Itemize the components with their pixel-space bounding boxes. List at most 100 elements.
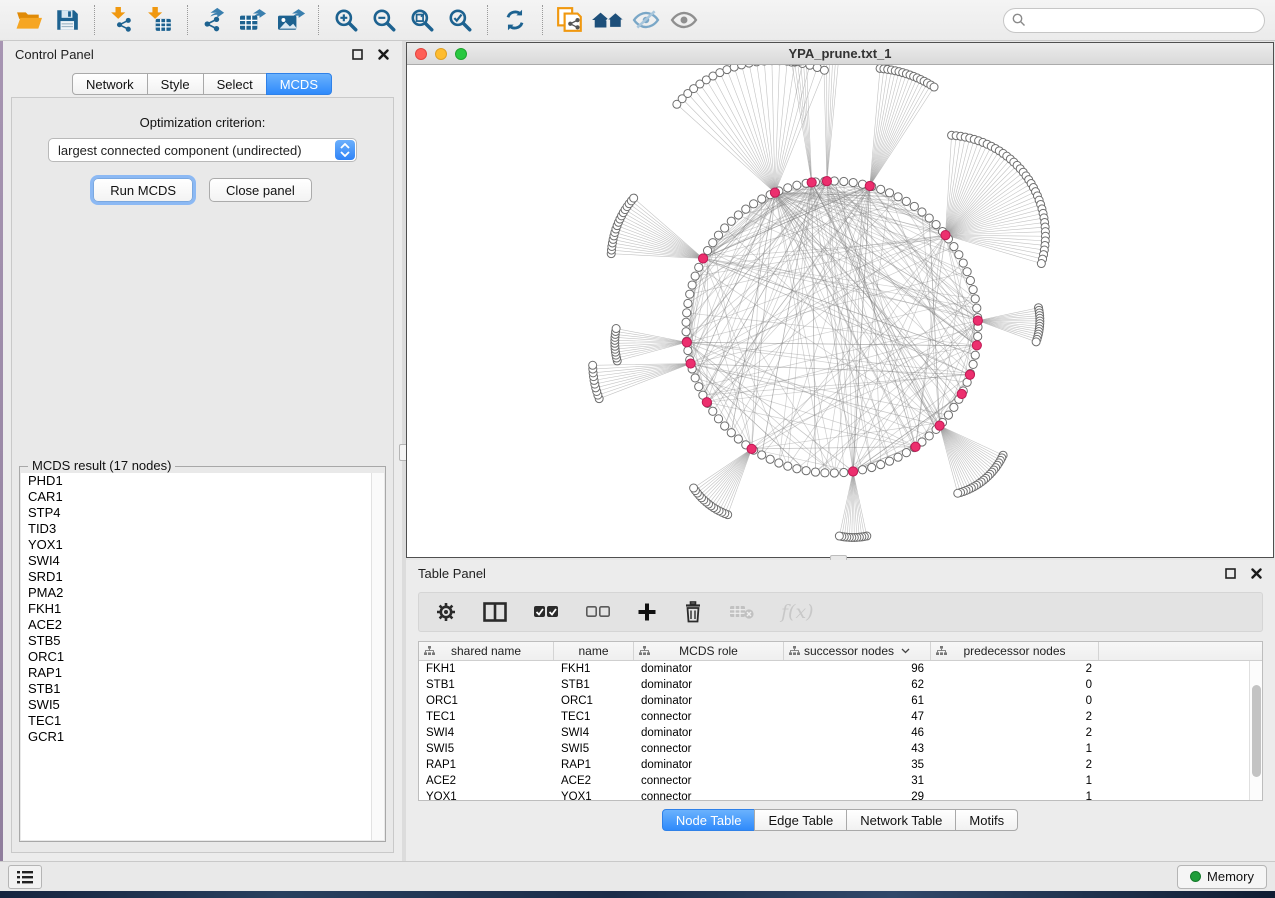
mcds-result-list[interactable]: PHD1CAR1STP4TID3YOX1SWI4SRD1PMA2FKH1ACE2… <box>21 473 384 840</box>
cell: 2 <box>931 759 1099 771</box>
close-panel-icon[interactable] <box>377 48 390 61</box>
cell: 61 <box>784 695 931 707</box>
status-bar: Memory <box>0 861 1275 891</box>
float-panel-icon[interactable] <box>351 48 364 61</box>
tab-edge-table[interactable]: Edge Table <box>754 809 847 831</box>
cell: SWI5 <box>554 743 634 755</box>
column-header-predecessor-nodes[interactable]: predecessor nodes <box>931 642 1099 660</box>
close-table-panel-icon[interactable] <box>1250 567 1263 580</box>
mcds-result-item[interactable]: PHD1 <box>21 473 384 489</box>
mcds-result-item[interactable]: YOX1 <box>21 537 384 553</box>
table-toolbar: f(x) <box>418 592 1263 632</box>
import-table-icon[interactable] <box>143 5 177 35</box>
table-row[interactable]: TEC1TEC1connector472 <box>419 709 1262 725</box>
table-row[interactable]: RAP1RAP1dominator352 <box>419 757 1262 773</box>
search-box[interactable] <box>1003 8 1265 33</box>
table-row[interactable]: ORC1ORC1dominator610 <box>419 693 1262 709</box>
float-table-panel-icon[interactable] <box>1224 567 1237 580</box>
network-canvas[interactable] <box>407 65 1273 556</box>
tab-style[interactable]: Style <box>147 73 204 95</box>
network-graph[interactable] <box>407 65 1273 556</box>
close-panel-button[interactable]: Close panel <box>209 178 312 202</box>
split-columns-icon[interactable] <box>483 599 507 625</box>
delete-column-icon[interactable] <box>683 599 703 625</box>
mcds-result-item[interactable]: SWI4 <box>21 553 384 569</box>
zoom-in-icon[interactable] <box>329 5 363 35</box>
table-scrollbar-thumb[interactable] <box>1252 685 1261 777</box>
cell: YOX1 <box>419 791 554 801</box>
column-header-successor-nodes[interactable]: successor nodes <box>784 642 931 660</box>
table-panel: Table Panel f(x) shared namenameMCDS rol… <box>406 560 1275 861</box>
mcds-result-item[interactable]: CAR1 <box>21 489 384 505</box>
mcds-result-item[interactable]: GCR1 <box>21 729 384 745</box>
cell: ACE2 <box>419 775 554 787</box>
task-history-button[interactable] <box>8 865 42 889</box>
export-table-icon[interactable] <box>236 5 270 35</box>
cell: dominator <box>634 727 784 739</box>
cell: 1 <box>931 791 1099 801</box>
homes-icon[interactable] <box>591 5 625 35</box>
save-session-icon[interactable] <box>50 5 84 35</box>
export-network-icon[interactable] <box>198 5 232 35</box>
tab-network[interactable]: Network <box>72 73 148 95</box>
mcds-result-item[interactable]: PMA2 <box>21 585 384 601</box>
cell: 62 <box>784 679 931 691</box>
search-input[interactable] <box>1031 13 1256 28</box>
hide-eye-icon[interactable] <box>629 5 663 35</box>
mcds-result-item[interactable]: ORC1 <box>21 649 384 665</box>
duplicate-network-icon[interactable] <box>553 5 587 35</box>
cell: SWI4 <box>419 727 554 739</box>
cell: 96 <box>784 663 931 675</box>
gear-icon[interactable] <box>435 599 457 625</box>
zoom-out-icon[interactable] <box>367 5 401 35</box>
mcds-result-item[interactable]: STB1 <box>21 681 384 697</box>
table-row[interactable]: SWI5SWI5connector431 <box>419 741 1262 757</box>
mcds-result-item[interactable]: TEC1 <box>21 713 384 729</box>
add-column-icon[interactable] <box>637 599 657 625</box>
table-row[interactable]: ACE2ACE2connector311 <box>419 773 1262 789</box>
cell: 2 <box>931 663 1099 675</box>
tab-network-table[interactable]: Network Table <box>846 809 956 831</box>
mcds-result-item[interactable]: STP4 <box>21 505 384 521</box>
tab-select[interactable]: Select <box>203 73 267 95</box>
run-mcds-button[interactable]: Run MCDS <box>93 178 193 202</box>
table-row[interactable]: FKH1FKH1dominator962 <box>419 661 1262 677</box>
column-header-shared-name[interactable]: shared name <box>419 642 554 660</box>
table-row[interactable]: YOX1YOX1connector291 <box>419 789 1262 801</box>
mcds-result-item[interactable]: RAP1 <box>21 665 384 681</box>
select-all-icon[interactable] <box>533 599 559 625</box>
cell: SWI4 <box>554 727 634 739</box>
export-image-icon[interactable] <box>274 5 308 35</box>
cell: dominator <box>634 759 784 771</box>
mcds-result-item[interactable]: ACE2 <box>21 617 384 633</box>
open-session-icon[interactable] <box>12 5 46 35</box>
zoom-selected-icon[interactable] <box>443 5 477 35</box>
refresh-network-icon[interactable] <box>498 5 532 35</box>
mcds-result-item[interactable]: SRD1 <box>21 569 384 585</box>
mcds-result-item[interactable]: STB5 <box>21 633 384 649</box>
table-row[interactable]: STB1STB1dominator620 <box>419 677 1262 693</box>
import-network-icon[interactable] <box>105 5 139 35</box>
attribute-icon <box>789 646 800 656</box>
tab-node-table[interactable]: Node Table <box>662 809 756 831</box>
cell: STB1 <box>554 679 634 691</box>
column-header-MCDS-role[interactable]: MCDS role <box>634 642 784 660</box>
mcds-result-item[interactable]: SWI5 <box>21 697 384 713</box>
table-row[interactable]: SWI4SWI4dominator462 <box>419 725 1262 741</box>
mcds-result-item[interactable]: TID3 <box>21 521 384 537</box>
column-header-name[interactable]: name <box>554 642 634 660</box>
optimization-criterion-select[interactable]: largest connected component (undirected) <box>48 138 357 162</box>
memory-button[interactable]: Memory <box>1177 865 1267 889</box>
cell: dominator <box>634 679 784 691</box>
tab-mcds[interactable]: MCDS <box>266 73 332 95</box>
mcds-tab-content: Optimization criterion: largest connecte… <box>11 97 394 853</box>
zoom-fit-icon[interactable] <box>405 5 439 35</box>
main-toolbar <box>0 0 1275 41</box>
result-list-scrollbar[interactable] <box>371 473 384 840</box>
mcds-result-item[interactable]: FKH1 <box>21 601 384 617</box>
unselect-all-icon[interactable] <box>585 599 611 625</box>
tab-motifs[interactable]: Motifs <box>955 809 1018 831</box>
table-scrollbar[interactable] <box>1249 661 1262 800</box>
show-eye-icon[interactable] <box>667 5 701 35</box>
cell: 35 <box>784 759 931 771</box>
